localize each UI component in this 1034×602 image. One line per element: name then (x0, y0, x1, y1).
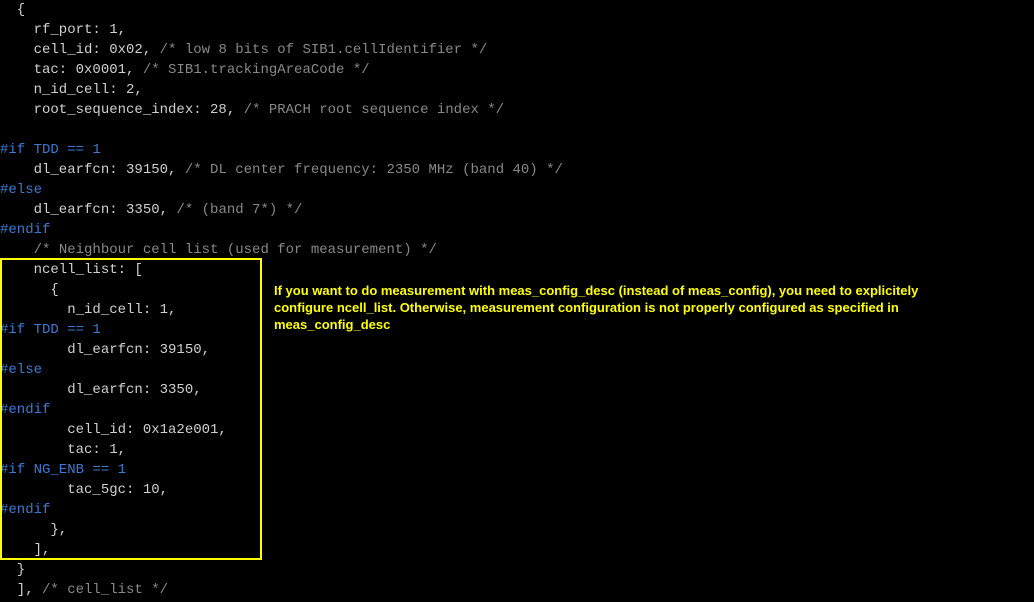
code-text: ], (0, 582, 42, 598)
preprocessor-directive: #else (0, 360, 1034, 380)
code-text: dl_earfcn: 3350, (0, 202, 176, 218)
code-comment: /* low 8 bits of SIB1.cellIdentifier */ (160, 42, 488, 58)
preprocessor-directive: #if TDD == 1 (0, 140, 1034, 160)
code-line: dl_earfcn: 39150, (0, 340, 1034, 360)
code-text: cell_id: 0x02, (0, 42, 160, 58)
preprocessor-directive: #endif (0, 500, 1034, 520)
code-line: tac: 1, (0, 440, 1034, 460)
code-comment: /* DL center frequency: 2350 MHz (band 4… (185, 162, 563, 178)
code-comment: /* cell_list */ (42, 582, 168, 598)
code-text (0, 242, 34, 258)
preprocessor-directive: #if NG_ENB == 1 (0, 460, 1034, 480)
code-line: n_id_cell: 2, (0, 80, 1034, 100)
code-line: rf_port: 1, (0, 20, 1034, 40)
code-line (0, 120, 1034, 140)
code-line: } (0, 560, 1034, 580)
code-line: dl_earfcn: 3350, /* (band 7*) */ (0, 200, 1034, 220)
code-text: root_sequence_index: 28, (0, 102, 244, 118)
code-line: dl_earfcn: 39150, /* DL center frequency… (0, 160, 1034, 180)
code-line: ncell_list: [ (0, 260, 1034, 280)
code-line: cell_id: 0x02, /* low 8 bits of SIB1.cel… (0, 40, 1034, 60)
code-text: tac: 0x0001, (0, 62, 143, 78)
code-line: tac: 0x0001, /* SIB1.trackingAreaCode */ (0, 60, 1034, 80)
preprocessor-directive: #else (0, 180, 1034, 200)
code-line: root_sequence_index: 28, /* PRACH root s… (0, 100, 1034, 120)
code-line: cell_id: 0x1a2e001, (0, 420, 1034, 440)
code-comment: /* PRACH root sequence index */ (244, 102, 504, 118)
code-line: ], /* cell_list */ (0, 580, 1034, 600)
code-comment: /* (band 7*) */ (176, 202, 302, 218)
code-text: dl_earfcn: 39150, (0, 162, 185, 178)
preprocessor-directive: #endif (0, 220, 1034, 240)
callout-annotation: If you want to do measurement with meas_… (274, 282, 974, 333)
code-line: ], (0, 540, 1034, 560)
code-line: /* Neighbour cell list (used for measure… (0, 240, 1034, 260)
code-line: }, (0, 520, 1034, 540)
code-line: { (0, 0, 1034, 20)
code-line: tac_5gc: 10, (0, 480, 1034, 500)
code-line: dl_earfcn: 3350, (0, 380, 1034, 400)
code-comment: /* SIB1.trackingAreaCode */ (143, 62, 370, 78)
preprocessor-directive: #endif (0, 400, 1034, 420)
code-comment: /* Neighbour cell list (used for measure… (34, 242, 437, 258)
